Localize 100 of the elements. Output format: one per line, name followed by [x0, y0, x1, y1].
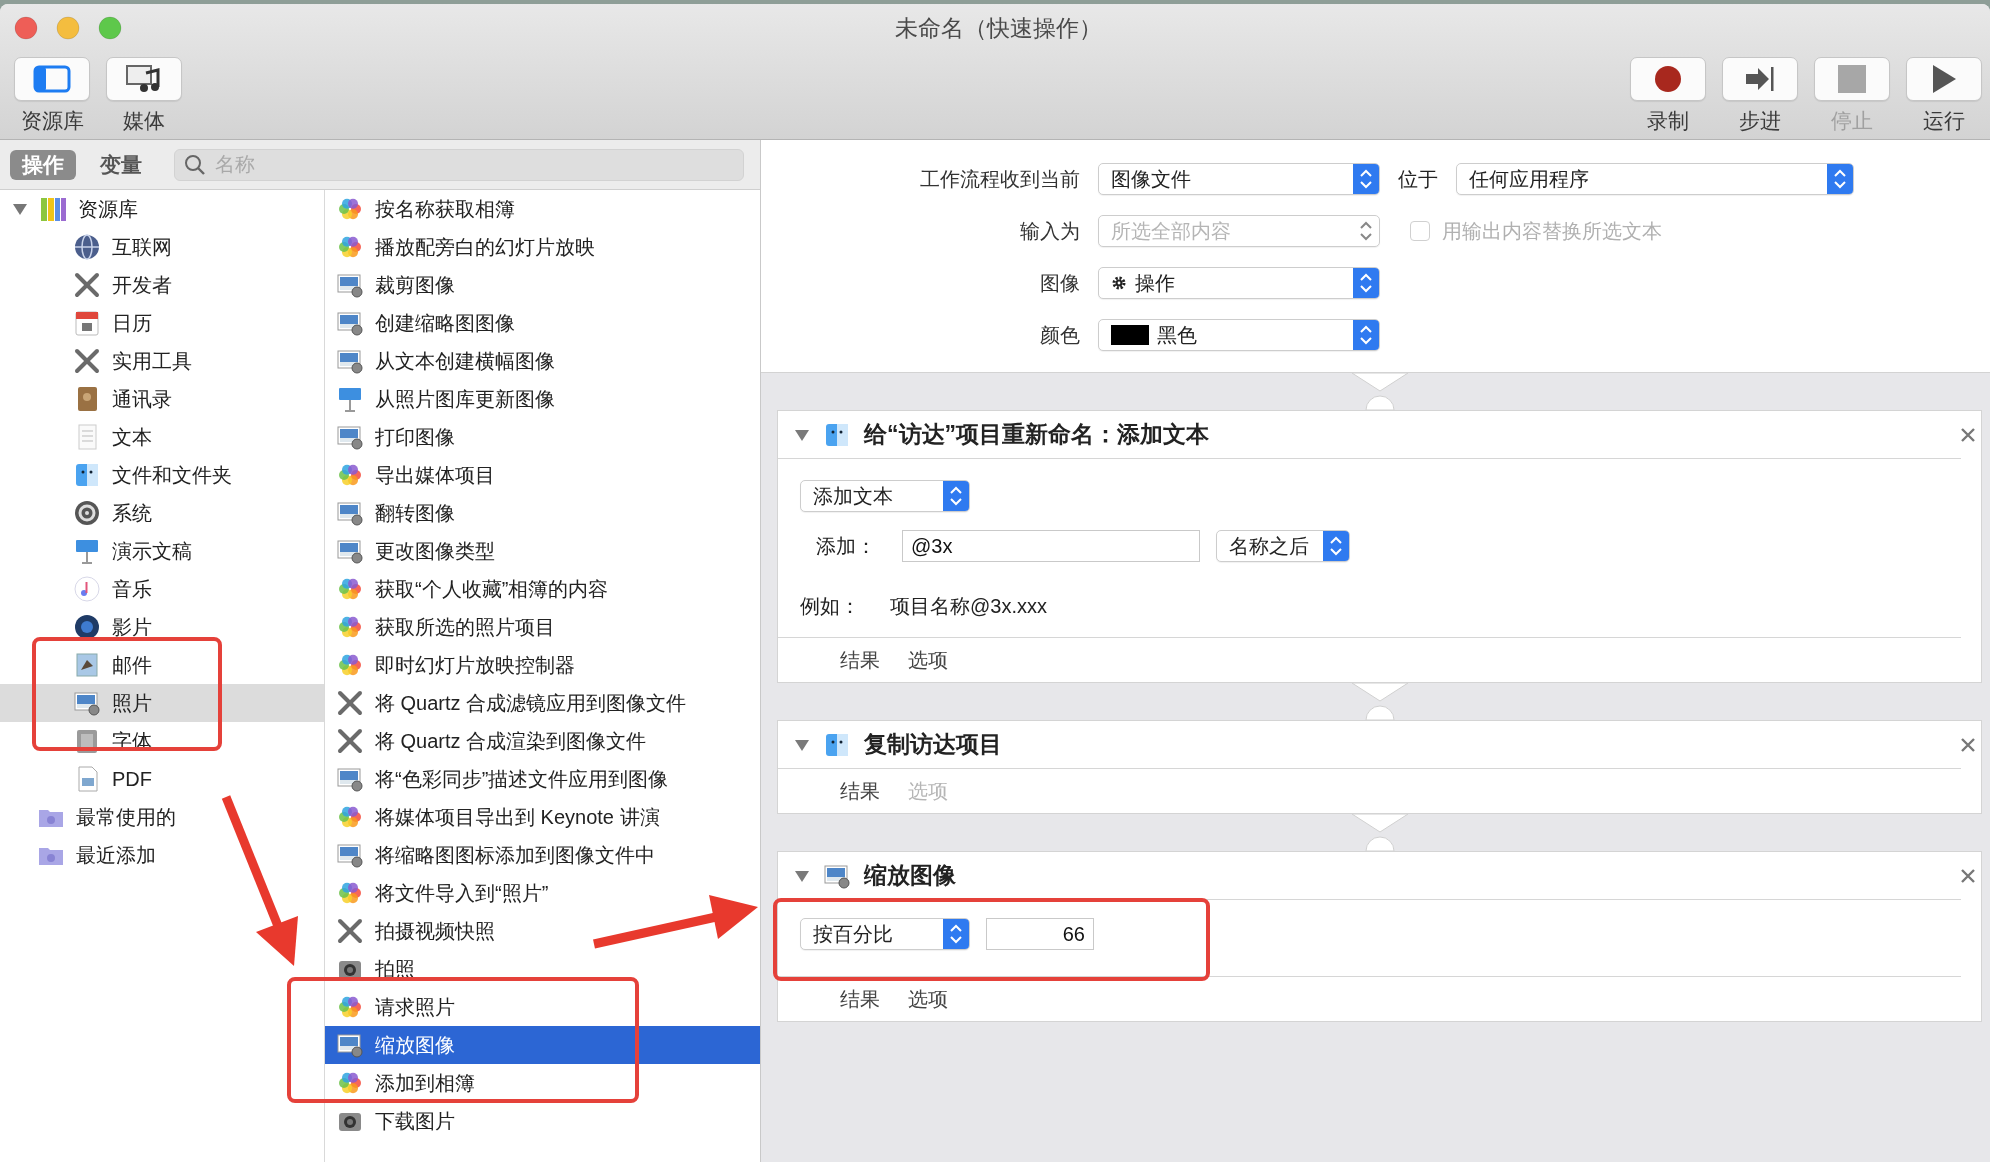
search-icon — [184, 153, 206, 176]
action-item[interactable]: 将“色彩同步”描述文件应用到图像 — [325, 760, 760, 798]
library-item[interactable]: 通讯录 — [0, 380, 324, 418]
calendar-icon — [72, 308, 102, 338]
toolbar-button[interactable] — [1906, 57, 1982, 101]
library-item[interactable]: 文件和文件夹 — [0, 456, 324, 494]
step-icon — [1744, 64, 1776, 94]
close-button[interactable] — [1961, 868, 1975, 883]
library-item[interactable]: 实用工具 — [0, 342, 324, 380]
example-text: 项目名称@3x.xxx — [890, 593, 1047, 619]
action-item[interactable]: 请求照片 — [325, 988, 760, 1026]
crossed-tools-icon — [335, 726, 365, 756]
setting-label: 图像 — [1039, 270, 1080, 296]
text-field[interactable]: @3x — [902, 530, 1200, 562]
card-tab[interactable]: 结果 — [840, 646, 880, 674]
card-tab[interactable]: 结果 — [840, 985, 880, 1013]
percent-field[interactable]: 66 — [986, 918, 1094, 950]
library-item[interactable]: 演示文稿 — [0, 532, 324, 570]
library-item[interactable]: 最常使用的 — [0, 798, 324, 836]
action-item[interactable]: 添加到相簿 — [325, 1064, 760, 1102]
action-item[interactable]: 导出媒体项目 — [325, 456, 760, 494]
up-down-chevron-icon — [1353, 320, 1379, 350]
action-item[interactable]: 按名称获取相簿 — [325, 190, 760, 228]
library-item[interactable]: 影片 — [0, 608, 324, 646]
action-item[interactable]: 从文本创建横幅图像 — [325, 342, 760, 380]
action-item[interactable]: 裁剪图像 — [325, 266, 760, 304]
action-item[interactable]: 将缩略图图标添加到图像文件中 — [325, 836, 760, 874]
library-item[interactable]: 开发者 — [0, 266, 324, 304]
action-item[interactable]: 获取“个人收藏”相簿的内容 — [325, 570, 760, 608]
field-label: 添加： — [816, 533, 876, 559]
library-item[interactable]: PDF — [0, 760, 324, 798]
action-item[interactable]: 下载图片 — [325, 1102, 760, 1140]
library-item[interactable]: 照片 — [0, 684, 324, 722]
mode-dropdown[interactable]: 添加文本 — [800, 480, 970, 512]
action-item[interactable]: 即时幻灯片放映控制器 — [325, 646, 760, 684]
up-down-chevron-icon — [1353, 268, 1379, 298]
action-title: 复制访达项目 — [864, 730, 1003, 759]
up-down-chevron-icon — [1323, 531, 1349, 561]
action-item[interactable]: 更改图像类型 — [325, 532, 760, 570]
action-item[interactable]: 翻转图像 — [325, 494, 760, 532]
action-item[interactable]: 从照片图库更新图像 — [325, 380, 760, 418]
action-item[interactable]: 将 Quartz 合成渲染到图像文件 — [325, 722, 760, 760]
close-icon — [1961, 868, 1975, 883]
card-tab[interactable]: 选项 — [908, 646, 948, 674]
action-item[interactable]: 将 Quartz 合成滤镜应用到图像文件 — [325, 684, 760, 722]
action-item[interactable]: 获取所选的照片项目 — [325, 608, 760, 646]
toolbar-button[interactable] — [106, 57, 182, 101]
crossed-tools-icon — [72, 346, 102, 376]
close-button[interactable] — [1961, 737, 1975, 752]
record-icon — [1653, 64, 1683, 94]
library-item[interactable]: 最近添加 — [0, 836, 324, 874]
sidebar-icon — [32, 64, 72, 94]
play-icon — [1931, 64, 1957, 94]
library-item[interactable]: 邮件 — [0, 646, 324, 684]
library-item[interactable]: 日历 — [0, 304, 324, 342]
library-item[interactable]: 文本 — [0, 418, 324, 456]
color-dropdown[interactable]: 黑色 — [1098, 319, 1380, 351]
application-dropdown[interactable]: 任何应用程序 — [1456, 163, 1854, 195]
card-tab[interactable]: 结果 — [840, 777, 880, 805]
library-item[interactable]: 系统 — [0, 494, 324, 532]
toolbar-button[interactable] — [1722, 57, 1798, 101]
toolbar-button[interactable] — [1630, 57, 1706, 101]
action-item[interactable]: 将媒体项目导出到 Keynote 讲演 — [325, 798, 760, 836]
action-item[interactable]: 缩放图像 — [325, 1026, 760, 1064]
action-item[interactable]: 拍摄视频快照 — [325, 912, 760, 950]
setting-label: 颜色 — [1039, 322, 1080, 348]
close-icon[interactable] — [14, 16, 38, 40]
example-label: 例如： — [800, 593, 860, 619]
gear-icon — [1111, 275, 1127, 291]
action-item[interactable]: 播放配旁白的幻灯片放映 — [325, 228, 760, 266]
card-tab[interactable]: 选项 — [908, 985, 948, 1013]
toolbar-label: 媒体 — [123, 108, 165, 134]
up-down-chevron-icon — [1827, 164, 1853, 194]
segment-tab[interactable]: 变量 — [88, 149, 154, 180]
music-note-icon — [72, 574, 102, 604]
globe-icon — [72, 232, 102, 262]
toolbar-label: 步进 — [1739, 108, 1781, 134]
close-button[interactable] — [1961, 427, 1975, 442]
disclosure-triangle-icon[interactable] — [12, 201, 28, 217]
input-type-dropdown[interactable]: 图像文件 — [1098, 163, 1380, 195]
window-title: 未命名（快速操作） — [894, 13, 1102, 43]
action-title: 给“访达”项目重新命名：添加文本 — [864, 420, 1210, 449]
crossed-tools-icon — [335, 916, 365, 946]
position-dropdown[interactable]: 名称之后 — [1216, 530, 1350, 562]
setting-label: 输入为 — [1019, 218, 1080, 244]
action-item[interactable]: 打印图像 — [325, 418, 760, 456]
toolbar-label: 资源库 — [20, 108, 84, 134]
library-item[interactable]: 资源库 — [0, 190, 324, 228]
action-item[interactable]: 创建缩略图图像 — [325, 304, 760, 342]
stop-icon — [1838, 65, 1866, 93]
gear-icon — [72, 498, 102, 528]
setting-label: 工作流程收到当前 — [919, 166, 1080, 192]
library-item[interactable]: 音乐 — [0, 570, 324, 608]
library-item[interactable]: 互联网 — [0, 228, 324, 266]
close-icon — [1961, 427, 1975, 442]
action-item[interactable]: 将文件导入到“照片” — [325, 874, 760, 912]
up-down-chevron-icon — [943, 919, 969, 949]
close-icon — [1961, 737, 1975, 752]
image-dropdown[interactable]: 操作 — [1098, 267, 1380, 299]
scale-mode-dropdown[interactable]: 按百分比 — [800, 918, 970, 950]
